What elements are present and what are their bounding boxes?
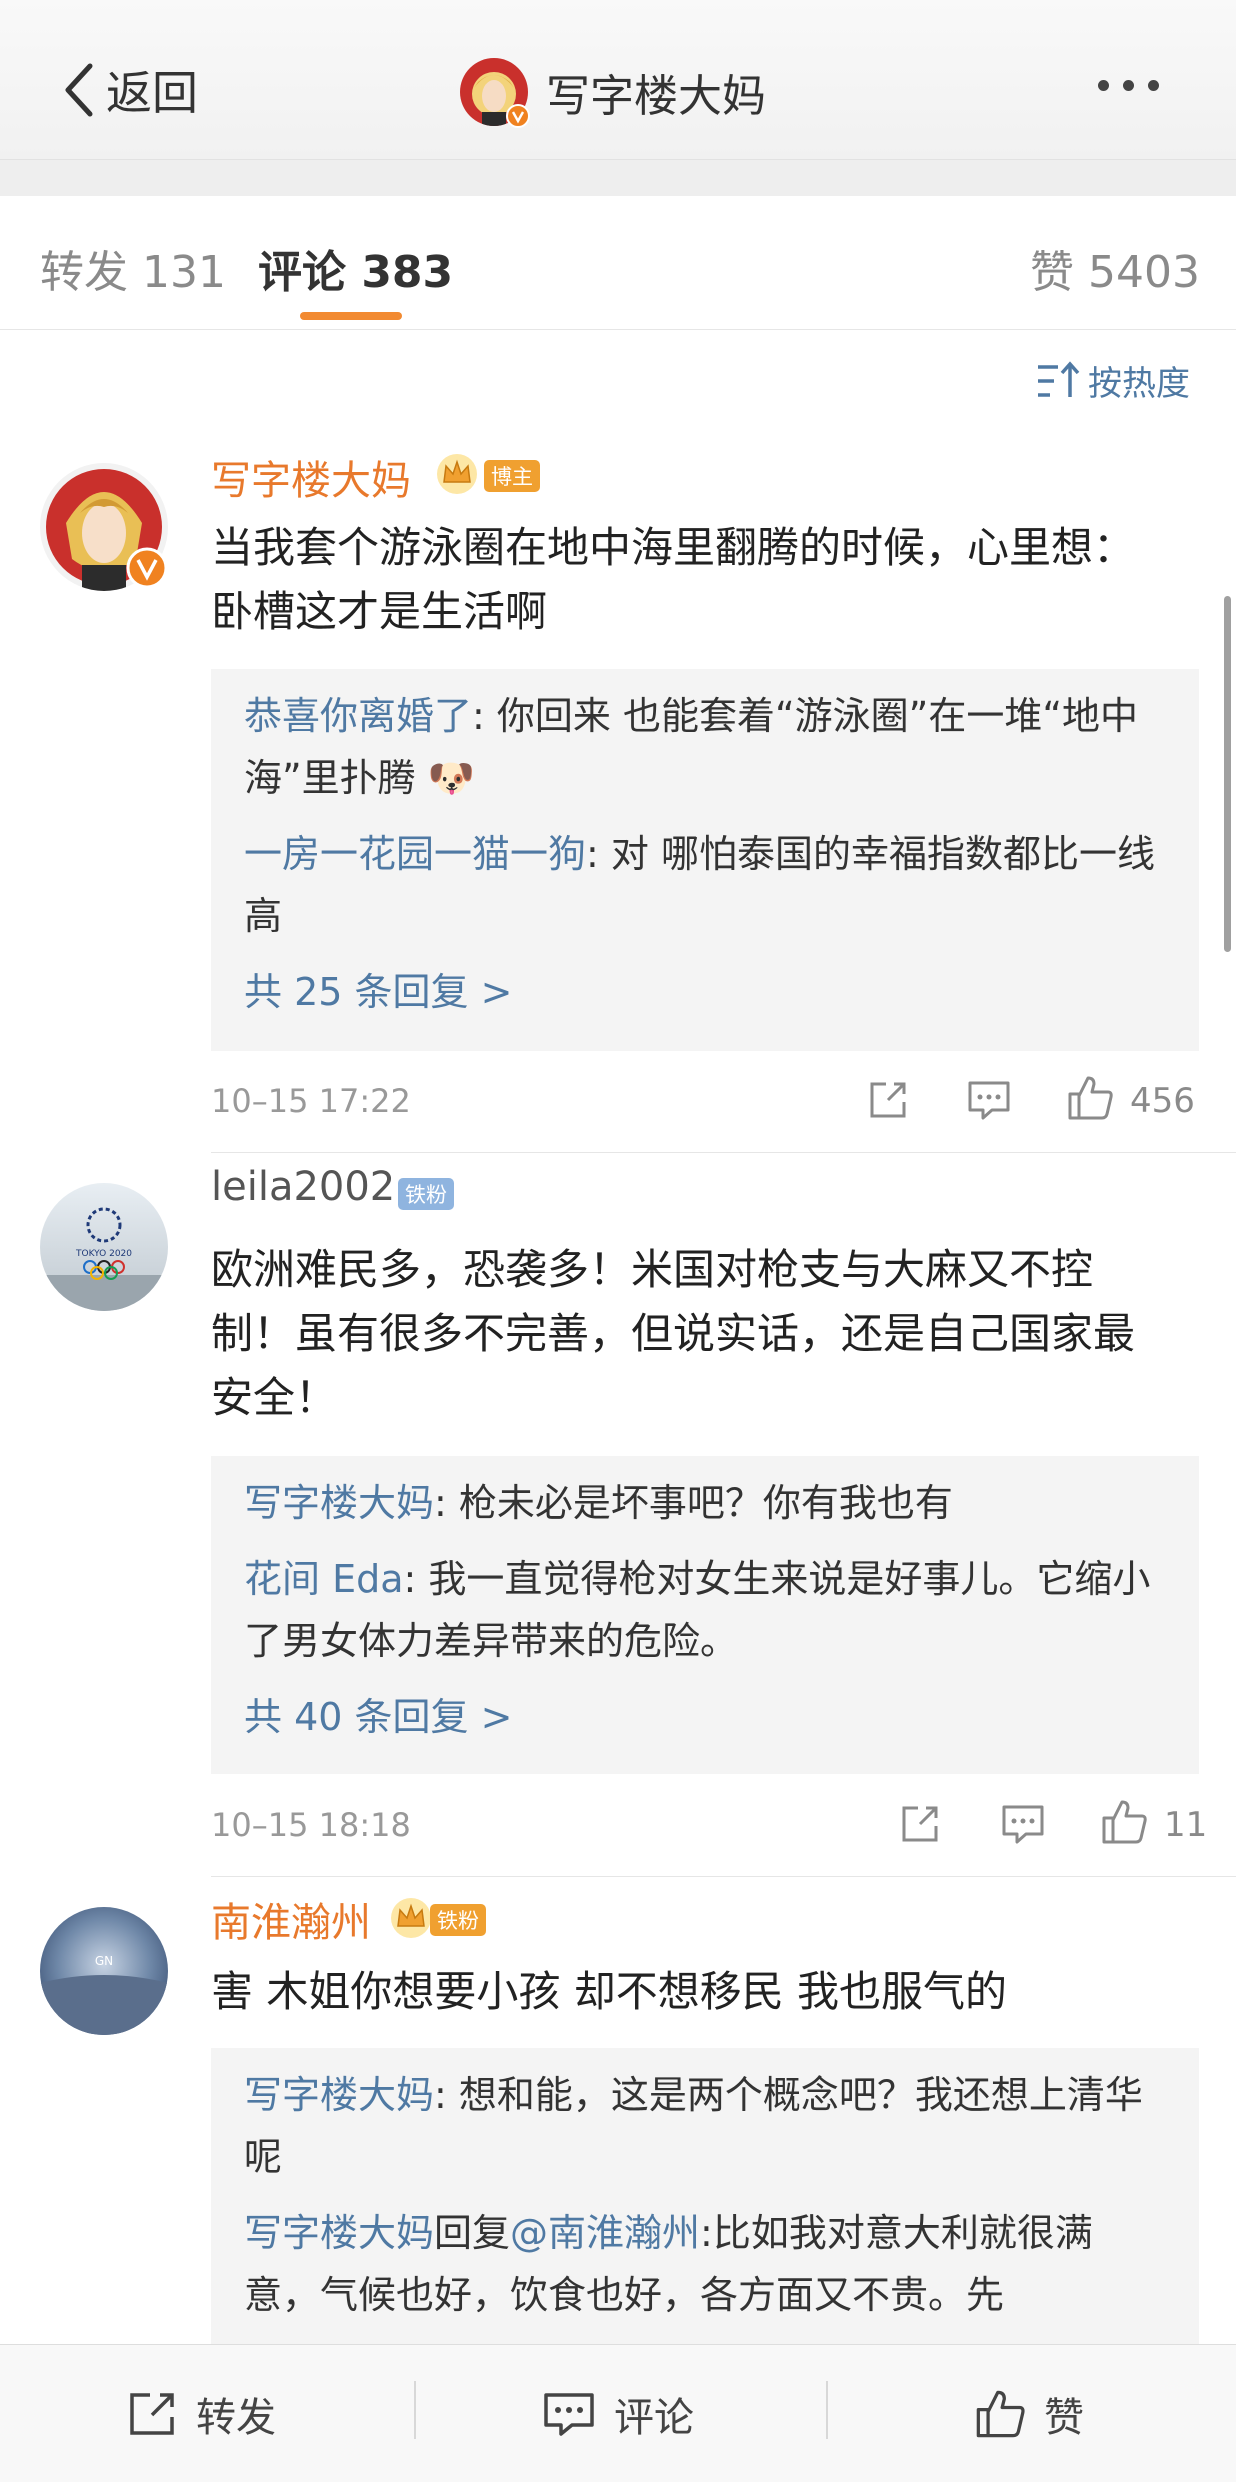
back-button[interactable]: 返回 — [60, 60, 198, 120]
reply-box[interactable]: 恭喜你离婚了: 你回来 也能套着“游泳圈”在一堆“地中海”里扑腾 🐶 一房一花园… — [211, 669, 1199, 1051]
like-label: 赞 — [1044, 2395, 1084, 2441]
page-title[interactable]: 写字楼大妈 — [460, 52, 766, 132]
tab-comments[interactable]: 评论 383 — [258, 236, 453, 300]
share-icon[interactable] — [866, 1078, 910, 1122]
reply-text: 枪未必是坏事吧？你有我也有 — [458, 1481, 953, 1525]
fan-badge: 铁粉 — [430, 1904, 486, 1936]
comment-icon[interactable] — [966, 1078, 1012, 1122]
comment-username[interactable]: leila2002 — [211, 1164, 395, 1210]
comment-icon — [544, 2393, 594, 2436]
nav-bar: 返回 写字楼大妈 — [0, 0, 1236, 160]
fan-badge: 铁粉 — [398, 1178, 454, 1210]
crown-icon — [437, 454, 477, 494]
like-count: 456 — [1130, 1081, 1195, 1121]
reply-username[interactable]: 写字楼大妈 — [244, 1481, 434, 1525]
avatar[interactable]: TOKYO 2020 — [40, 1183, 168, 1311]
comment-icon[interactable] — [1000, 1802, 1046, 1846]
back-label: 返回 — [106, 66, 198, 120]
reply-item: 花间 Eda: 我一直觉得枪对女生来说是好事儿。它缩小了男女体力差异带来的危险。 — [244, 1548, 1166, 1672]
verified-icon — [126, 547, 168, 589]
reply-box[interactable]: 写字楼大妈: 枪未必是坏事吧？你有我也有 花间 Eda: 我一直觉得枪对女生来说… — [211, 1456, 1199, 1774]
doge-emoji-icon: 🐶 — [427, 756, 476, 800]
comment-label: 评论 — [614, 2395, 694, 2441]
reply-username[interactable]: 一房一花园一猫一狗 — [244, 832, 586, 876]
reply-separator: : — [434, 2073, 459, 2117]
reply-item: 一房一花园一猫一狗: 对 哪怕泰国的幸福指数都比一线高 — [244, 823, 1166, 947]
reply-username[interactable]: 写字楼大妈 — [244, 2211, 434, 2255]
like-icon[interactable] — [1100, 1798, 1148, 1846]
bottom-action-bar: 转发 评论 赞 — [0, 2344, 1236, 2482]
svg-text:GN: GN — [95, 1954, 113, 1968]
divider — [826, 2381, 828, 2439]
comment-text: 当我套个游泳圈在地中海里翻腾的时候，心里想：卧槽这才是生活啊 — [211, 523, 1136, 636]
mention-link[interactable]: @南淮瀚州 — [510, 2211, 700, 2255]
comment-button[interactable]: 评论 — [542, 2345, 694, 2482]
sort-by-hot-button[interactable]: 按热度 — [1036, 356, 1190, 405]
reply-separator: : — [403, 1557, 429, 1601]
sort-label: 按热度 — [1088, 364, 1190, 404]
comment-username[interactable]: 南淮瀚州 — [211, 1890, 371, 1948]
avatar[interactable]: GN — [40, 1907, 168, 2035]
comment-time: 10–15 18:18 — [211, 1806, 411, 1844]
share-icon — [130, 2393, 174, 2435]
reply-box[interactable]: 写字楼大妈: 想和能，这是两个概念吧？我还想上清华呢 写字楼大妈回复@南淮瀚州:… — [211, 2048, 1199, 2368]
crown-icon — [391, 1898, 431, 1938]
like-count: 11 — [1164, 1805, 1208, 1845]
chevron-left-icon — [65, 63, 93, 117]
share-icon[interactable] — [898, 1802, 942, 1846]
sort-icon — [1038, 360, 1080, 397]
avatar-caption: TOKYO 2020 — [75, 1249, 132, 1259]
repost-button[interactable]: 转发 — [126, 2345, 276, 2482]
tab-likes[interactable]: 赞 5403 — [1030, 236, 1200, 300]
page-title-text: 写字楼大妈 — [546, 71, 766, 122]
like-icon — [976, 2390, 1025, 2438]
more-options-icon[interactable] — [1098, 80, 1159, 91]
verified-icon — [506, 104, 530, 128]
reply-separator: : — [434, 1481, 459, 1525]
like-icon[interactable] — [1066, 1074, 1114, 1122]
reply-word: 回复 — [434, 2211, 511, 2255]
view-all-replies-link[interactable]: 共 40 条回复 > — [244, 1686, 1166, 1748]
reply-item: 写字楼大妈回复@南淮瀚州:比如我对意大利就很满意，气候也好，饮食也好，各方面又不… — [244, 2202, 1166, 2326]
tab-indicator — [300, 312, 402, 320]
comment-text: 欧洲难民多，恐袭多！米国对枪支与大麻又不控制！虽有很多不完善，但说实话，还是自己… — [211, 1245, 1136, 1422]
tab-bar: 转发 131 评论 383 赞 5403 — [0, 196, 1236, 330]
reply-item: 写字楼大妈: 想和能，这是两个概念吧？我还想上清华呢 — [244, 2064, 1166, 2188]
reply-item: 恭喜你离婚了: 你回来 也能套着“游泳圈”在一堆“地中海”里扑腾 🐶 — [244, 685, 1166, 809]
reply-username[interactable]: 写字楼大妈 — [244, 2073, 434, 2117]
repost-label: 转发 — [196, 2395, 276, 2441]
reply-separator: : — [700, 2211, 713, 2255]
like-button[interactable]: 赞 — [974, 2345, 1084, 2482]
reply-item: 写字楼大妈: 枪未必是坏事吧？你有我也有 — [244, 1472, 1166, 1534]
reply-username[interactable]: 恭喜你离婚了 — [244, 694, 472, 738]
section-gap — [0, 160, 1236, 196]
reply-separator: : — [586, 832, 611, 876]
divider — [414, 2381, 416, 2439]
comment-divider — [211, 1152, 1236, 1153]
view-all-replies-link[interactable]: 共 25 条回复 > — [244, 961, 1166, 1023]
avatar — [460, 58, 530, 128]
scrollbar[interactable] — [1224, 596, 1231, 952]
comment-divider — [211, 1876, 1236, 1877]
comment-time: 10–15 17:22 — [211, 1082, 411, 1120]
reply-separator: : — [472, 694, 497, 738]
comment-username[interactable]: 写字楼大妈 — [211, 448, 411, 506]
comment-text: 害 木姐你想要小孩 却不想移民 我也服气的 — [211, 1967, 1008, 2016]
blogger-badge: 博主 — [484, 460, 540, 492]
reply-username[interactable]: 花间 Eda — [244, 1557, 404, 1601]
tab-repost[interactable]: 转发 131 — [40, 236, 226, 300]
